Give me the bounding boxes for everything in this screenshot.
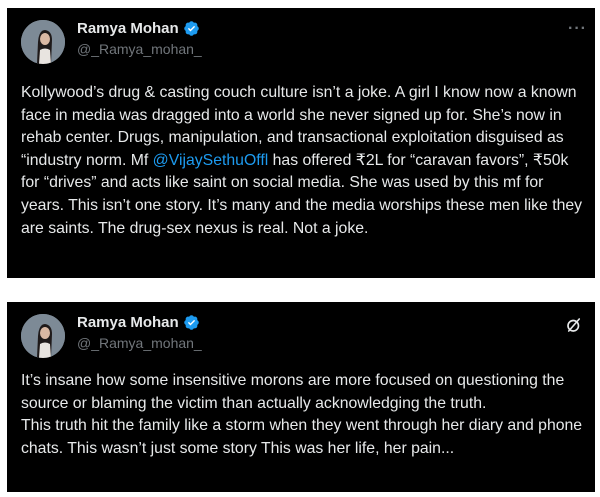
grok-icon[interactable] xyxy=(565,316,583,334)
author-name[interactable]: Ramya Mohan xyxy=(77,314,179,331)
author-name[interactable]: Ramya Mohan xyxy=(77,20,179,37)
tweet-text: Kollywood’s drug & casting couch culture… xyxy=(21,82,585,240)
more-options-icon[interactable]: ··· xyxy=(568,20,587,38)
avatar[interactable] xyxy=(21,20,65,64)
tweet-text: It’s insane how some insensitive morons … xyxy=(21,370,585,460)
tweet-card-2[interactable]: Ramya Mohan @_Ramya_mohan_ It’s insane h… xyxy=(7,302,595,492)
tweet-paragraph-1: It’s insane how some insensitive morons … xyxy=(21,372,565,412)
author-handle[interactable]: @_Ramya_mohan_ xyxy=(77,41,202,57)
tweet-paragraph-2: This truth hit the family like a storm w… xyxy=(21,417,583,457)
avatar[interactable] xyxy=(21,314,65,358)
tweet-card-1[interactable]: Ramya Mohan @_Ramya_mohan_ ··· Kollywood… xyxy=(7,8,595,278)
verified-badge-icon xyxy=(183,315,199,330)
mention-link[interactable]: @VijaySethuOffl xyxy=(153,152,269,169)
verified-badge-icon xyxy=(183,21,199,36)
author-handle[interactable]: @_Ramya_mohan_ xyxy=(77,335,202,351)
